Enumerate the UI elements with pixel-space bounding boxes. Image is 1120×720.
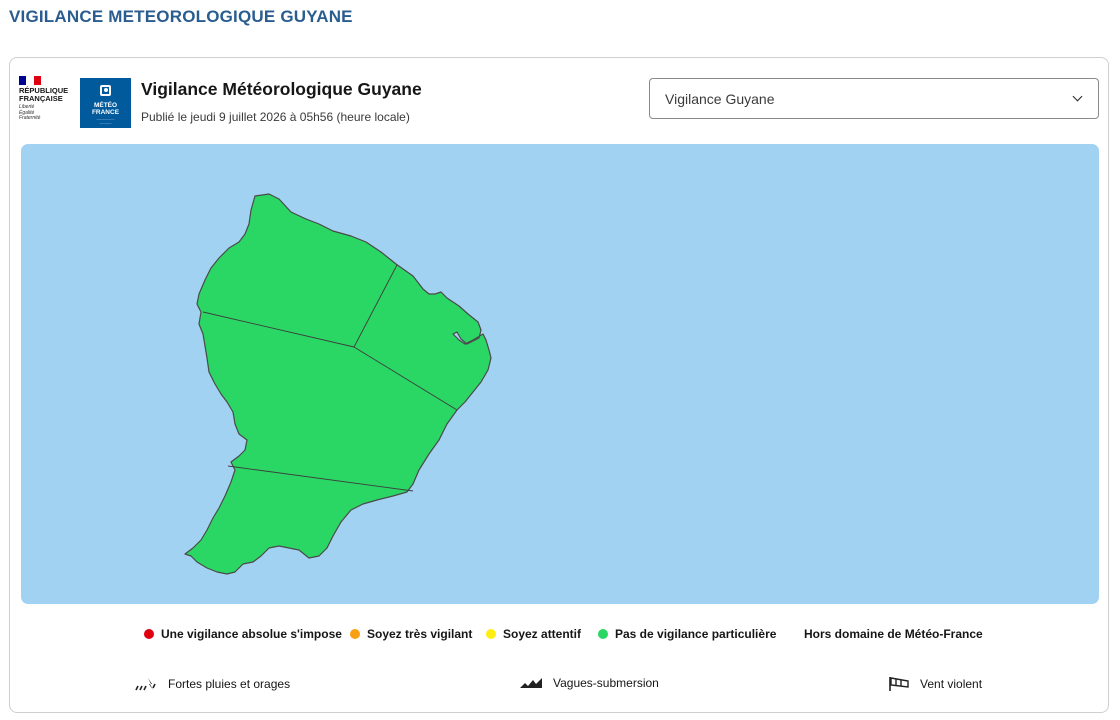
windsock-icon: [889, 677, 909, 691]
legend-item-out-of-domain: Hors domaine de Météo-France: [804, 627, 983, 641]
legend-label: Pas de vigilance particulière: [615, 627, 777, 641]
meteo-france-text: MÉTÉO FRANCE: [91, 102, 120, 116]
phenomenon-label: Vagues-submersion: [553, 676, 659, 690]
rain-storm-icon: [135, 678, 156, 691]
publication-date: Publié le jeudi 9 juillet 2026 à 05h56 (…: [141, 110, 410, 124]
legend-label: Une vigilance absolue s'impose: [161, 627, 342, 641]
vigilance-card: RÉPUBLIQUE FRANÇAISE Liberté Égalité Fra…: [9, 57, 1109, 713]
legend-label: Soyez très vigilant: [367, 627, 473, 641]
legend-item-green: Pas de vigilance particulière: [598, 627, 776, 641]
legend-label: Soyez attentif: [503, 627, 582, 641]
phenomenon-label: Fortes pluies et orages: [168, 677, 291, 691]
region-select[interactable]: Vigilance Guyane: [649, 78, 1099, 119]
vigilance-map: [21, 144, 1099, 604]
page-title: VIGILANCE METEOROLOGIQUE GUYANE: [9, 7, 353, 26]
republique-francaise-text: RÉPUBLIQUE FRANÇAISE: [19, 86, 69, 103]
legend-item-red: Une vigilance absolue s'impose: [144, 627, 342, 641]
french-flag-icon: [19, 76, 41, 85]
yellow-dot-icon: [486, 629, 496, 639]
chevron-down-icon: [1072, 91, 1083, 102]
meteo-france-icon: [100, 85, 111, 96]
green-dot-icon: [598, 629, 608, 639]
meteo-france-tagline: —————— ————: [96, 117, 115, 125]
phenomenon-wind: Vent violent: [888, 676, 982, 692]
guyane-map-svg: [184, 193, 492, 575]
phenomenon-label: Vent violent: [920, 677, 983, 691]
republique-motto: Liberté Égalité Fraternité: [19, 104, 41, 121]
legend-item-orange: Soyez très vigilant: [350, 627, 472, 641]
legend-label: Hors domaine de Météo-France: [804, 627, 983, 641]
region-select-value: Vigilance Guyane: [665, 91, 775, 107]
waves-icon: [520, 678, 542, 688]
meteo-france-logo: MÉTÉO FRANCE —————— ————: [80, 78, 131, 128]
header-title: Vigilance Météorologique Guyane: [141, 79, 422, 99]
republique-francaise-logo: RÉPUBLIQUE FRANÇAISE Liberté Égalité Fra…: [19, 76, 71, 128]
phenomenon-waves: Vagues-submersion: [519, 676, 659, 690]
phenomenon-rain-storm: Fortes pluies et orages: [134, 676, 290, 692]
legend-item-yellow: Soyez attentif: [486, 627, 581, 641]
orange-dot-icon: [350, 629, 360, 639]
red-dot-icon: [144, 629, 154, 639]
zone-fill[interactable]: [184, 193, 492, 575]
